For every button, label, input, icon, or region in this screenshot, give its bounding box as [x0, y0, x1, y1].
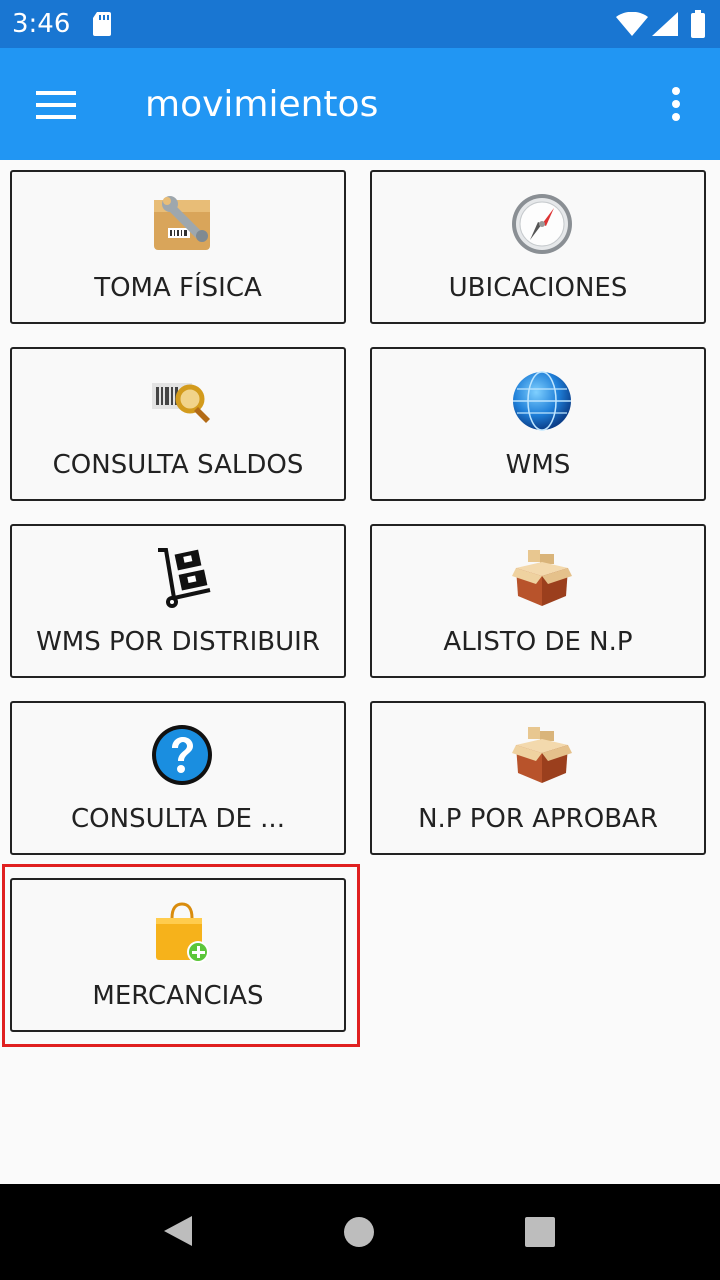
open-box-icon — [512, 550, 572, 606]
tile-label: CONSULTA SALDOS — [52, 450, 304, 480]
tile-consulta-de[interactable]: CONSULTA DE ... — [10, 701, 346, 855]
status-bar: 3:46 — [0, 0, 720, 48]
compass-icon — [512, 194, 572, 254]
page-title: movimientos — [145, 84, 379, 125]
barcode-search-icon — [152, 383, 210, 423]
hamburger-menu-icon[interactable] — [30, 85, 82, 125]
battery-icon — [691, 10, 705, 38]
hand-truck-icon — [158, 548, 211, 608]
tile-label: WMS — [505, 450, 571, 480]
tile-label: WMS POR DISTRIBUIR — [36, 627, 320, 657]
shopping-bag-add-icon — [156, 902, 209, 963]
tile-wms-por-distribuir[interactable]: WMS POR DISTRIBUIR — [10, 524, 346, 678]
tile-mercancias[interactable]: MERCANCIAS — [10, 878, 346, 1032]
app-bar: movimientos — [0, 48, 720, 160]
status-time: 3:46 — [12, 9, 71, 39]
tile-alisto-de-np[interactable]: ALISTO DE N.P — [370, 524, 706, 678]
toolbox-icon — [154, 196, 210, 250]
wifi-icon — [616, 12, 648, 36]
tile-consulta-saldos[interactable]: CONSULTA SALDOS — [10, 347, 346, 501]
open-box-icon — [512, 727, 572, 783]
tile-np-por-aprobar[interactable]: N.P POR APROBAR — [370, 701, 706, 855]
tile-toma-fisica[interactable]: TOMA FÍSICA — [10, 170, 346, 324]
tile-label: UBICACIONES — [448, 273, 628, 303]
globe-icon — [513, 371, 571, 431]
tile-label: CONSULTA DE ... — [71, 804, 285, 834]
sd-card-icon — [93, 12, 111, 36]
help-icon — [152, 725, 212, 785]
home-icon[interactable] — [343, 1216, 375, 1248]
tile-label: ALISTO DE N.P — [443, 627, 633, 657]
tile-label: N.P POR APROBAR — [418, 804, 658, 834]
tile-ubicaciones[interactable]: UBICACIONES — [370, 170, 706, 324]
recents-icon[interactable] — [525, 1217, 555, 1247]
back-icon[interactable] — [160, 1214, 194, 1248]
tile-label: TOMA FÍSICA — [94, 273, 262, 303]
tile-wms[interactable]: WMS — [370, 347, 706, 501]
tile-label: MERCANCIAS — [92, 981, 264, 1011]
signal-icon — [652, 12, 678, 36]
more-vert-icon[interactable] — [660, 84, 692, 124]
